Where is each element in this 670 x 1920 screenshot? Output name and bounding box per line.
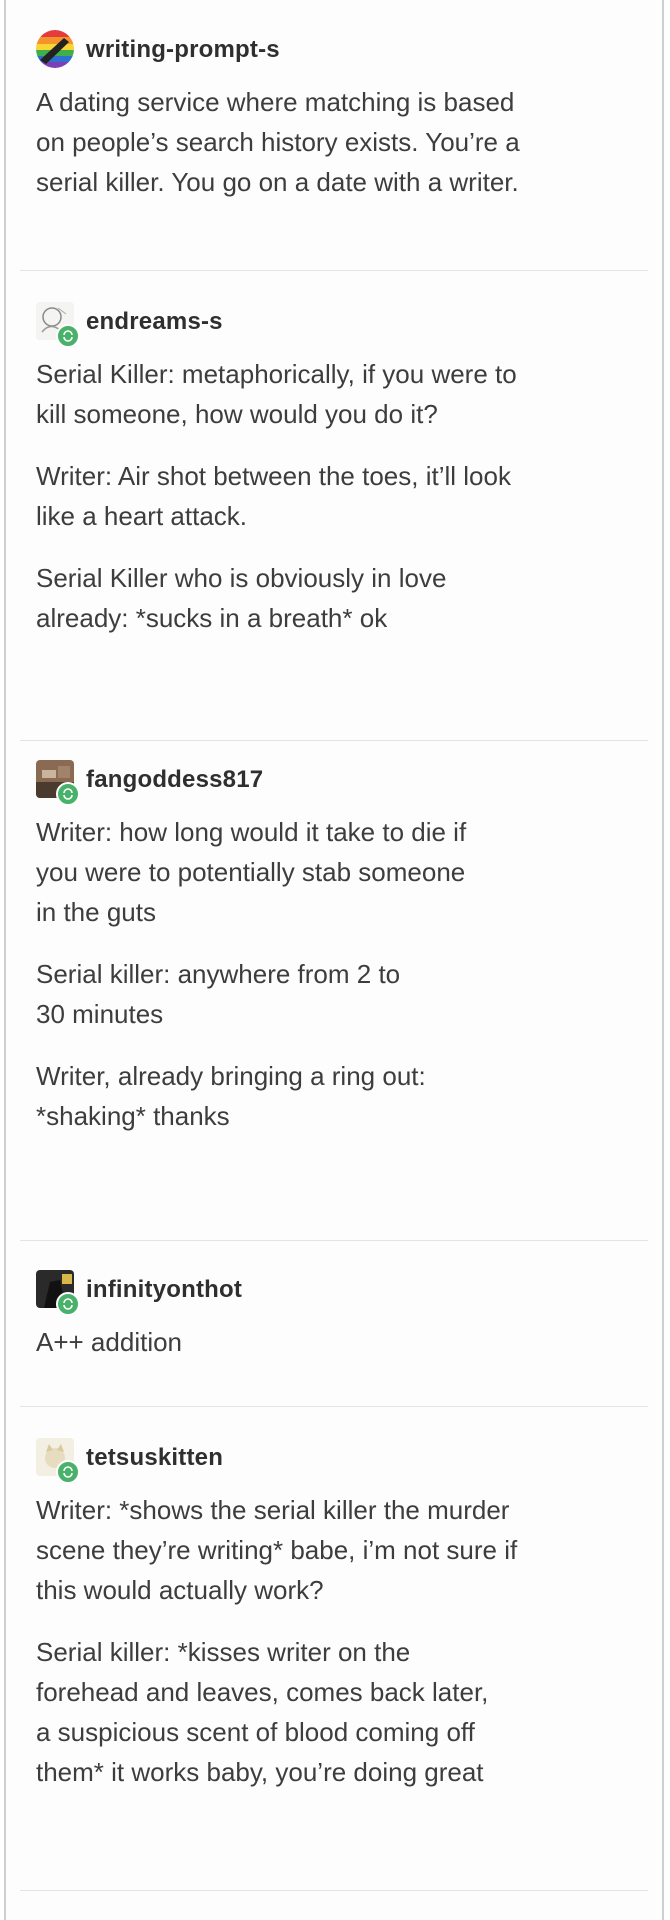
post-text: A dating service where matching is based…: [36, 87, 520, 197]
username[interactable]: endreams-s: [86, 308, 223, 336]
post-divider: [20, 1890, 648, 1891]
post: fangoddess817 Writer: how long would it …: [6, 758, 662, 1136]
post-text: Serial killer: anywhere from 2 to 30 min…: [36, 959, 401, 1029]
avatar[interactable]: [36, 1438, 80, 1484]
avatar[interactable]: [36, 1270, 80, 1316]
reblog-thread: writing-prompt-s A dating service where …: [4, 0, 664, 1920]
reblog-badge-icon: [56, 1292, 80, 1316]
post-text: Serial Killer: metaphorically, if you we…: [36, 359, 517, 429]
post: tetsuskitten Writer: *shows the serial k…: [6, 1436, 662, 1792]
username[interactable]: tetsuskitten: [86, 1444, 223, 1472]
post-header: endreams-s: [36, 300, 636, 348]
post: infinityonthot A++ addition: [6, 1268, 662, 1362]
avatar[interactable]: [36, 30, 76, 70]
avatar[interactable]: [36, 760, 80, 806]
post: writing-prompt-s A dating service where …: [6, 28, 662, 202]
post-text: Serial Killer who is obviously in love a…: [36, 563, 447, 633]
avatar[interactable]: [36, 302, 80, 348]
reblog-badge-icon: [56, 324, 80, 348]
post-text: Writer, already bringing a ring out: *sh…: [36, 1061, 426, 1131]
post-text: A++ addition: [36, 1327, 183, 1357]
post-text: Writer: Air shot between the toes, it’ll…: [36, 461, 511, 531]
post-text: Writer: *shows the serial killer the mur…: [36, 1495, 518, 1605]
username[interactable]: infinityonthot: [86, 1276, 242, 1304]
post-divider: [20, 1240, 648, 1241]
post-divider: [20, 270, 648, 271]
post-text: Writer: how long would it take to die if…: [36, 817, 467, 927]
post: endreams-s Serial Killer: metaphorically…: [6, 300, 662, 638]
rainbow-circle-avatar-icon: [36, 30, 74, 68]
post-divider: [20, 740, 648, 741]
post-divider: [20, 1406, 648, 1407]
post-header: writing-prompt-s: [36, 28, 636, 72]
post-header: infinityonthot: [36, 1268, 636, 1316]
reblog-badge-icon: [56, 1460, 80, 1484]
reblog-badge-icon: [56, 782, 80, 806]
username[interactable]: writing-prompt-s: [86, 36, 280, 64]
username[interactable]: fangoddess817: [86, 766, 263, 794]
post-text: Serial killer: *kisses writer on the for…: [36, 1637, 489, 1787]
post-header: fangoddess817: [36, 758, 636, 806]
post-header: tetsuskitten: [36, 1436, 636, 1484]
